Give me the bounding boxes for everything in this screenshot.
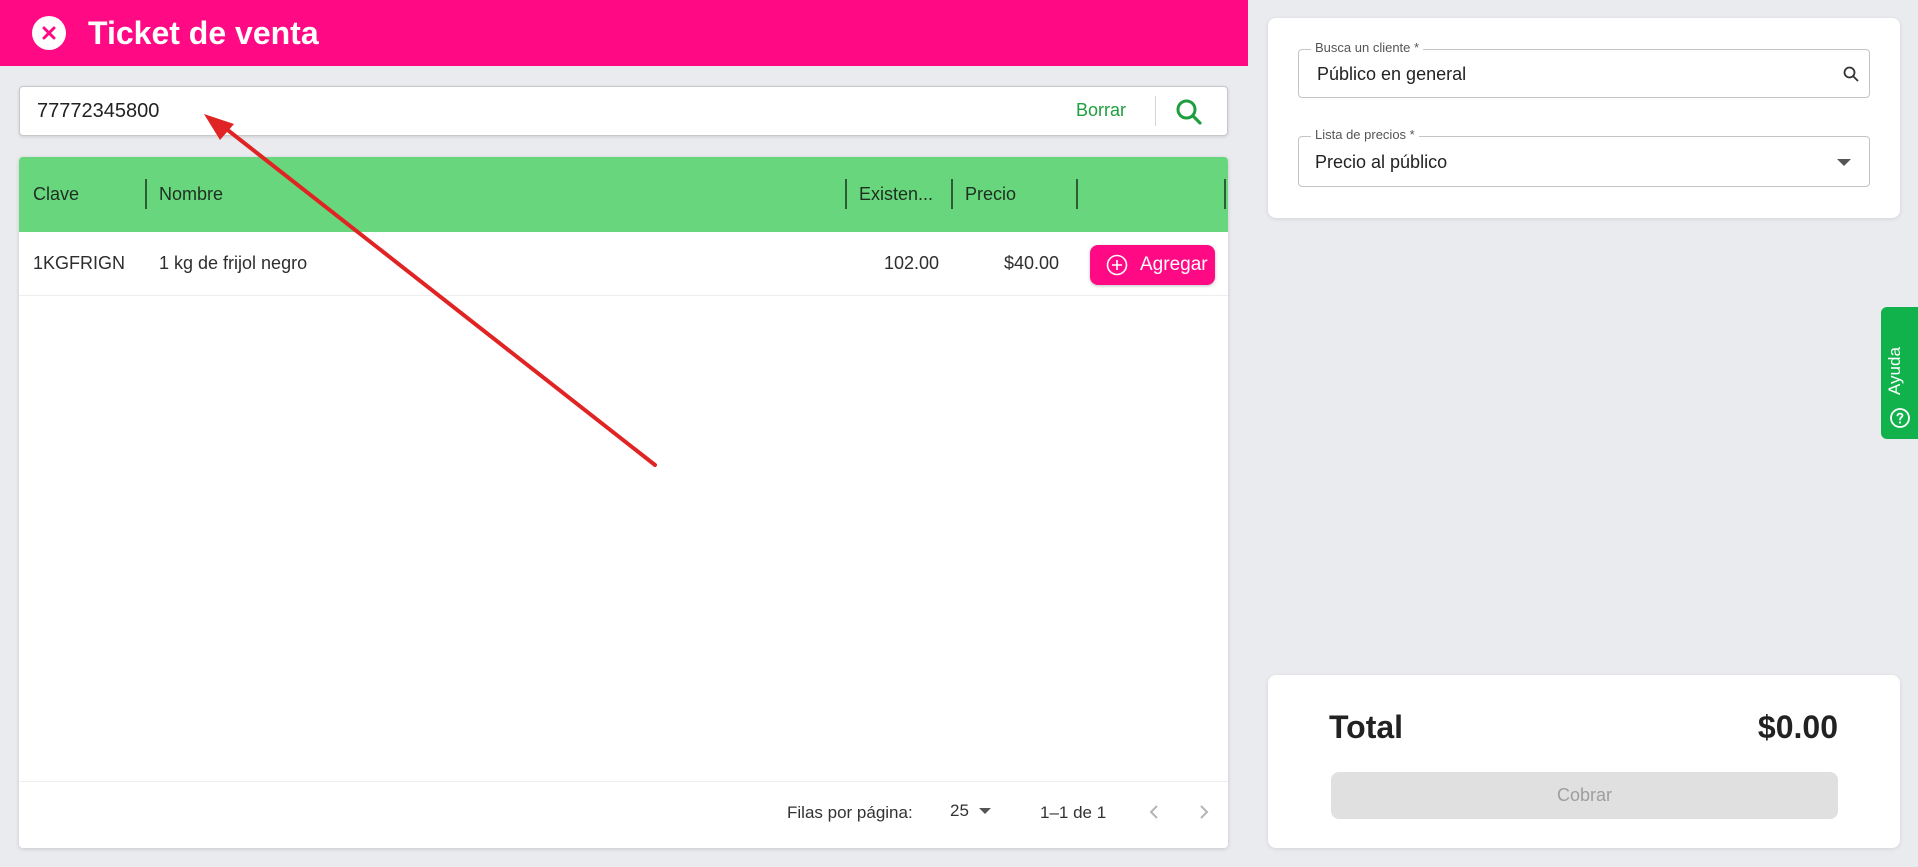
client-search-label: Busca un cliente * — [1311, 40, 1424, 55]
help-label: Ayuda — [1885, 347, 1904, 395]
client-card: Busca un cliente * Público en general Li… — [1268, 18, 1900, 218]
pagination-range: 1–1 de 1 — [1040, 803, 1107, 822]
total-card: Total $0.00 Cobrar — [1268, 675, 1900, 848]
cell-existencia: 102.00 — [884, 253, 940, 273]
left-panel: Ticket de venta 77772345800 Borrar Clave… — [0, 0, 1248, 867]
chevron-left-icon[interactable] — [1141, 799, 1167, 825]
price-list-select[interactable]: Lista de precios * Precio al público — [1298, 127, 1870, 187]
search-icon[interactable] — [1174, 97, 1204, 127]
price-list-value: Precio al público — [1315, 152, 1448, 172]
column-separator[interactable] — [951, 179, 953, 209]
table-footer-divider — [19, 781, 1228, 782]
column-separator[interactable] — [1076, 179, 1078, 209]
price-list-label: Lista de precios * — [1311, 127, 1419, 142]
product-search-field[interactable]: 77772345800 Borrar — [19, 86, 1228, 136]
rows-per-page-select[interactable]: 25 — [950, 801, 991, 821]
clear-search-button[interactable]: Borrar — [1076, 100, 1126, 121]
column-header-precio[interactable]: Precio — [965, 184, 1016, 205]
help-icon — [1890, 408, 1910, 428]
charge-button[interactable]: Cobrar — [1331, 772, 1838, 819]
search-input[interactable]: 77772345800 — [37, 100, 159, 123]
products-table: Clave Nombre Existen... Precio 1KGFRIGN … — [19, 157, 1228, 848]
column-header-clave[interactable]: Clave — [33, 184, 79, 205]
header-bar: Ticket de venta — [0, 0, 1248, 66]
client-search-input[interactable]: Público en general — [1317, 64, 1466, 85]
search-divider — [1155, 96, 1156, 126]
chevron-down-icon — [1837, 159, 1851, 166]
rows-per-page-label: Filas por página: — [787, 803, 913, 822]
rows-per-page-value: 25 — [950, 801, 969, 820]
add-product-label: Agregar — [1140, 254, 1208, 275]
column-separator[interactable] — [845, 179, 847, 209]
close-icon — [42, 26, 56, 40]
cell-clave: 1KGFRIGN — [33, 253, 126, 273]
right-panel: Busca un cliente * Público en general Li… — [1248, 0, 1918, 867]
close-button[interactable] — [32, 16, 66, 50]
add-product-button[interactable]: Agregar — [1090, 245, 1215, 285]
cell-nombre: 1 kg de frijol negro — [159, 253, 308, 273]
chevron-right-icon[interactable] — [1191, 799, 1217, 825]
column-header-existencia[interactable]: Existen... — [859, 184, 933, 205]
page-title: Ticket de venta — [88, 15, 319, 51]
column-separator[interactable] — [1224, 179, 1226, 209]
column-header-nombre[interactable]: Nombre — [159, 184, 223, 205]
client-search-field[interactable]: Busca un cliente * Público en general — [1298, 40, 1870, 98]
total-label: Total — [1329, 709, 1404, 745]
column-separator[interactable] — [145, 179, 147, 209]
cell-precio: $40.00 — [1004, 253, 1060, 273]
help-tab[interactable]: Ayuda — [1881, 307, 1918, 439]
table-row[interactable]: 1KGFRIGN 1 kg de frijol negro 102.00 $40… — [19, 232, 1228, 296]
table-header: Clave Nombre Existen... Precio — [19, 157, 1228, 232]
search-icon[interactable] — [1843, 66, 1859, 82]
add-circle-icon — [1106, 254, 1128, 276]
total-value: $0.00 — [1757, 709, 1838, 745]
chevron-down-icon — [978, 808, 991, 814]
